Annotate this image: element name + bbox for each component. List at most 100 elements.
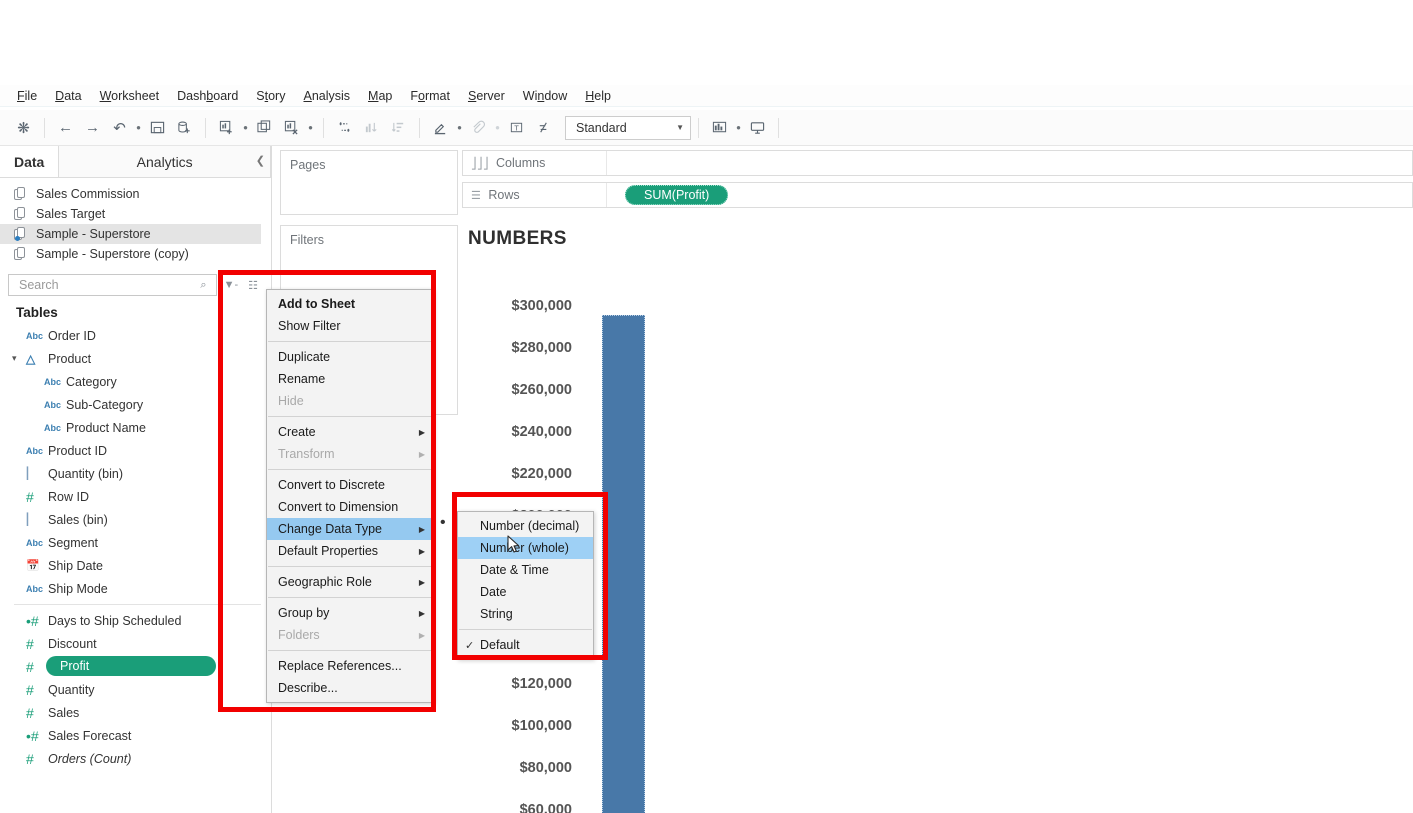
field-sub-category[interactable]: Abc Sub-Category bbox=[0, 393, 271, 416]
clear-sheet-icon[interactable] bbox=[278, 114, 305, 141]
back-icon[interactable]: ← bbox=[52, 114, 79, 141]
ctx-rename[interactable]: Rename bbox=[267, 368, 433, 390]
chevron-down-icon[interactable]: ▾ bbox=[12, 353, 17, 364]
ctx-duplicate[interactable]: Duplicate bbox=[267, 346, 433, 368]
field-discount[interactable]: # Discount bbox=[0, 632, 271, 655]
group-dropdown-caret-icon[interactable]: ● bbox=[492, 123, 503, 132]
ctx-add-to-sheet[interactable]: Add to Sheet bbox=[267, 293, 433, 315]
menu-map[interactable]: Map bbox=[359, 85, 401, 107]
duplicate-sheet-icon[interactable] bbox=[251, 114, 278, 141]
new-data-source-icon[interactable] bbox=[171, 114, 198, 141]
show-me-icon[interactable] bbox=[706, 114, 733, 141]
swap-rows-cols-icon[interactable] bbox=[331, 114, 358, 141]
pill-sum-profit[interactable]: SUM(Profit) bbox=[625, 185, 729, 205]
chevron-left-icon[interactable]: ❮ bbox=[256, 154, 265, 167]
data-source-sales-commission[interactable]: Sales Commission bbox=[0, 184, 271, 204]
bar-sum-profit[interactable] bbox=[602, 315, 645, 813]
field-label: Quantity bbox=[48, 682, 95, 697]
sort-ascending-icon[interactable] bbox=[358, 114, 385, 141]
ctx-describe[interactable]: Describe... bbox=[267, 677, 433, 699]
ctx-group-by[interactable]: Group by ▶ bbox=[267, 602, 433, 624]
pages-shelf[interactable]: Pages bbox=[280, 150, 458, 215]
save-icon[interactable] bbox=[144, 114, 171, 141]
menu-server[interactable]: Server bbox=[459, 85, 514, 107]
tab-analytics[interactable]: Analytics bbox=[58, 146, 271, 177]
undo-icon[interactable]: ↶ bbox=[106, 114, 133, 141]
field-row-id[interactable]: # Row ID bbox=[0, 485, 271, 508]
chevron-down-icon[interactable]: ▼ bbox=[676, 123, 684, 132]
menu-story[interactable]: Story bbox=[247, 85, 294, 107]
field-quantity[interactable]: # Quantity bbox=[0, 678, 271, 701]
field-segment[interactable]: Abc Segment bbox=[0, 531, 271, 554]
field-profit[interactable]: # Profit bbox=[0, 655, 271, 678]
fix-axes-icon[interactable] bbox=[530, 114, 557, 141]
field-product-id[interactable]: Abc Product ID bbox=[0, 439, 271, 462]
submenu-date-time[interactable]: Date & Time bbox=[458, 559, 593, 581]
field-sales-forecast[interactable]: •# Sales Forecast bbox=[0, 724, 271, 747]
new-worksheet-dropdown-caret-icon[interactable]: ● bbox=[240, 123, 251, 132]
tab-data[interactable]: Data bbox=[0, 146, 58, 177]
presentation-mode-icon[interactable] bbox=[744, 114, 771, 141]
clear-sheet-dropdown-caret-icon[interactable]: ● bbox=[305, 123, 316, 132]
menu-window[interactable]: Window bbox=[514, 85, 576, 107]
columns-icon: ⎦⎦⎦ bbox=[471, 157, 489, 170]
show-me-dropdown-caret-icon[interactable]: ● bbox=[733, 123, 744, 132]
sort-descending-icon[interactable] bbox=[385, 114, 412, 141]
submenu-label: Number (whole) bbox=[480, 541, 569, 555]
field-category[interactable]: Abc Category bbox=[0, 370, 271, 393]
search-box[interactable]: ⌕ bbox=[8, 274, 217, 296]
menu-analysis[interactable]: Analysis bbox=[294, 85, 359, 107]
ctx-convert-to-discrete[interactable]: Convert to Discrete bbox=[267, 474, 433, 496]
group-members-icon[interactable] bbox=[465, 114, 492, 141]
ctx-replace-references[interactable]: Replace References... bbox=[267, 655, 433, 677]
field-sales-bin[interactable]: ⎢ Sales (bin) bbox=[0, 508, 271, 531]
submenu-number-whole[interactable]: Number (whole) bbox=[458, 537, 593, 559]
submenu-number-decimal[interactable]: Number (decimal) bbox=[458, 515, 593, 537]
columns-shelf-header: ⎦⎦⎦ Columns bbox=[463, 151, 607, 175]
ctx-create[interactable]: Create ▶ bbox=[267, 421, 433, 443]
columns-shelf[interactable]: ⎦⎦⎦ Columns bbox=[462, 150, 1413, 176]
filter-icon[interactable]: ▼‐ bbox=[221, 279, 242, 291]
menu-worksheet[interactable]: Worksheet bbox=[91, 85, 169, 107]
field-product-name[interactable]: Abc Product Name bbox=[0, 416, 271, 439]
ctx-show-filter[interactable]: Show Filter bbox=[267, 315, 433, 337]
field-quantity-bin[interactable]: ⎢ Quantity (bin) bbox=[0, 462, 271, 485]
field-ship-mode[interactable]: Abc Ship Mode bbox=[0, 577, 271, 600]
field-product-hierarchy[interactable]: ▾ △ Product bbox=[0, 347, 271, 370]
submenu-default[interactable]: ✓ Default bbox=[458, 634, 593, 656]
new-worksheet-icon[interactable] bbox=[213, 114, 240, 141]
menu-help[interactable]: Help bbox=[576, 85, 620, 107]
submenu-string[interactable]: String bbox=[458, 603, 593, 625]
ctx-convert-to-dimension[interactable]: Convert to Dimension bbox=[267, 496, 433, 518]
filters-shelf-label: Filters bbox=[290, 233, 325, 247]
field-days-to-ship-scheduled[interactable]: •# Days to Ship Scheduled bbox=[0, 609, 271, 632]
data-source-sample-superstore[interactable]: Sample - Superstore bbox=[0, 224, 261, 244]
search-input[interactable] bbox=[17, 277, 198, 293]
field-sales[interactable]: # Sales bbox=[0, 701, 271, 724]
ctx-default-properties[interactable]: Default Properties ▶ bbox=[267, 540, 433, 562]
highlight-dropdown-caret-icon[interactable]: ● bbox=[454, 123, 465, 132]
show-mark-labels-icon[interactable]: T bbox=[503, 114, 530, 141]
menu-format[interactable]: Format bbox=[401, 85, 459, 107]
abc-icon: Abc bbox=[26, 445, 44, 456]
ctx-label: Show Filter bbox=[278, 319, 341, 333]
highlight-icon[interactable] bbox=[427, 114, 454, 141]
field-ship-date[interactable]: 📅 Ship Date bbox=[0, 554, 271, 577]
forward-icon[interactable]: → bbox=[79, 114, 106, 141]
menu-file[interactable]: File bbox=[8, 85, 46, 107]
ctx-geographic-role[interactable]: Geographic Role ▶ bbox=[267, 571, 433, 593]
menu-dashboard[interactable]: Dashboard bbox=[168, 85, 247, 107]
undo-dropdown-caret-icon[interactable]: ● bbox=[133, 123, 144, 132]
tableau-logo-icon[interactable]: ❋ bbox=[10, 114, 37, 141]
data-source-sample-superstore-copy[interactable]: Sample - Superstore (copy) bbox=[0, 244, 271, 264]
data-source-label: Sales Commission bbox=[36, 187, 140, 201]
menu-data[interactable]: Data bbox=[46, 85, 90, 107]
group-by-icon[interactable]: ☷ bbox=[245, 279, 261, 292]
submenu-date[interactable]: Date bbox=[458, 581, 593, 603]
rows-shelf[interactable]: ☰ Rows SUM(Profit) bbox=[462, 182, 1413, 208]
ctx-change-data-type[interactable]: Change Data Type ▶ bbox=[267, 518, 433, 540]
field-order-id[interactable]: Abc Order ID bbox=[0, 324, 271, 347]
fit-selector[interactable]: Standard ▼ bbox=[565, 115, 691, 140]
field-orders-count[interactable]: # Orders (Count) bbox=[0, 747, 271, 770]
data-source-sales-target[interactable]: Sales Target bbox=[0, 204, 271, 224]
